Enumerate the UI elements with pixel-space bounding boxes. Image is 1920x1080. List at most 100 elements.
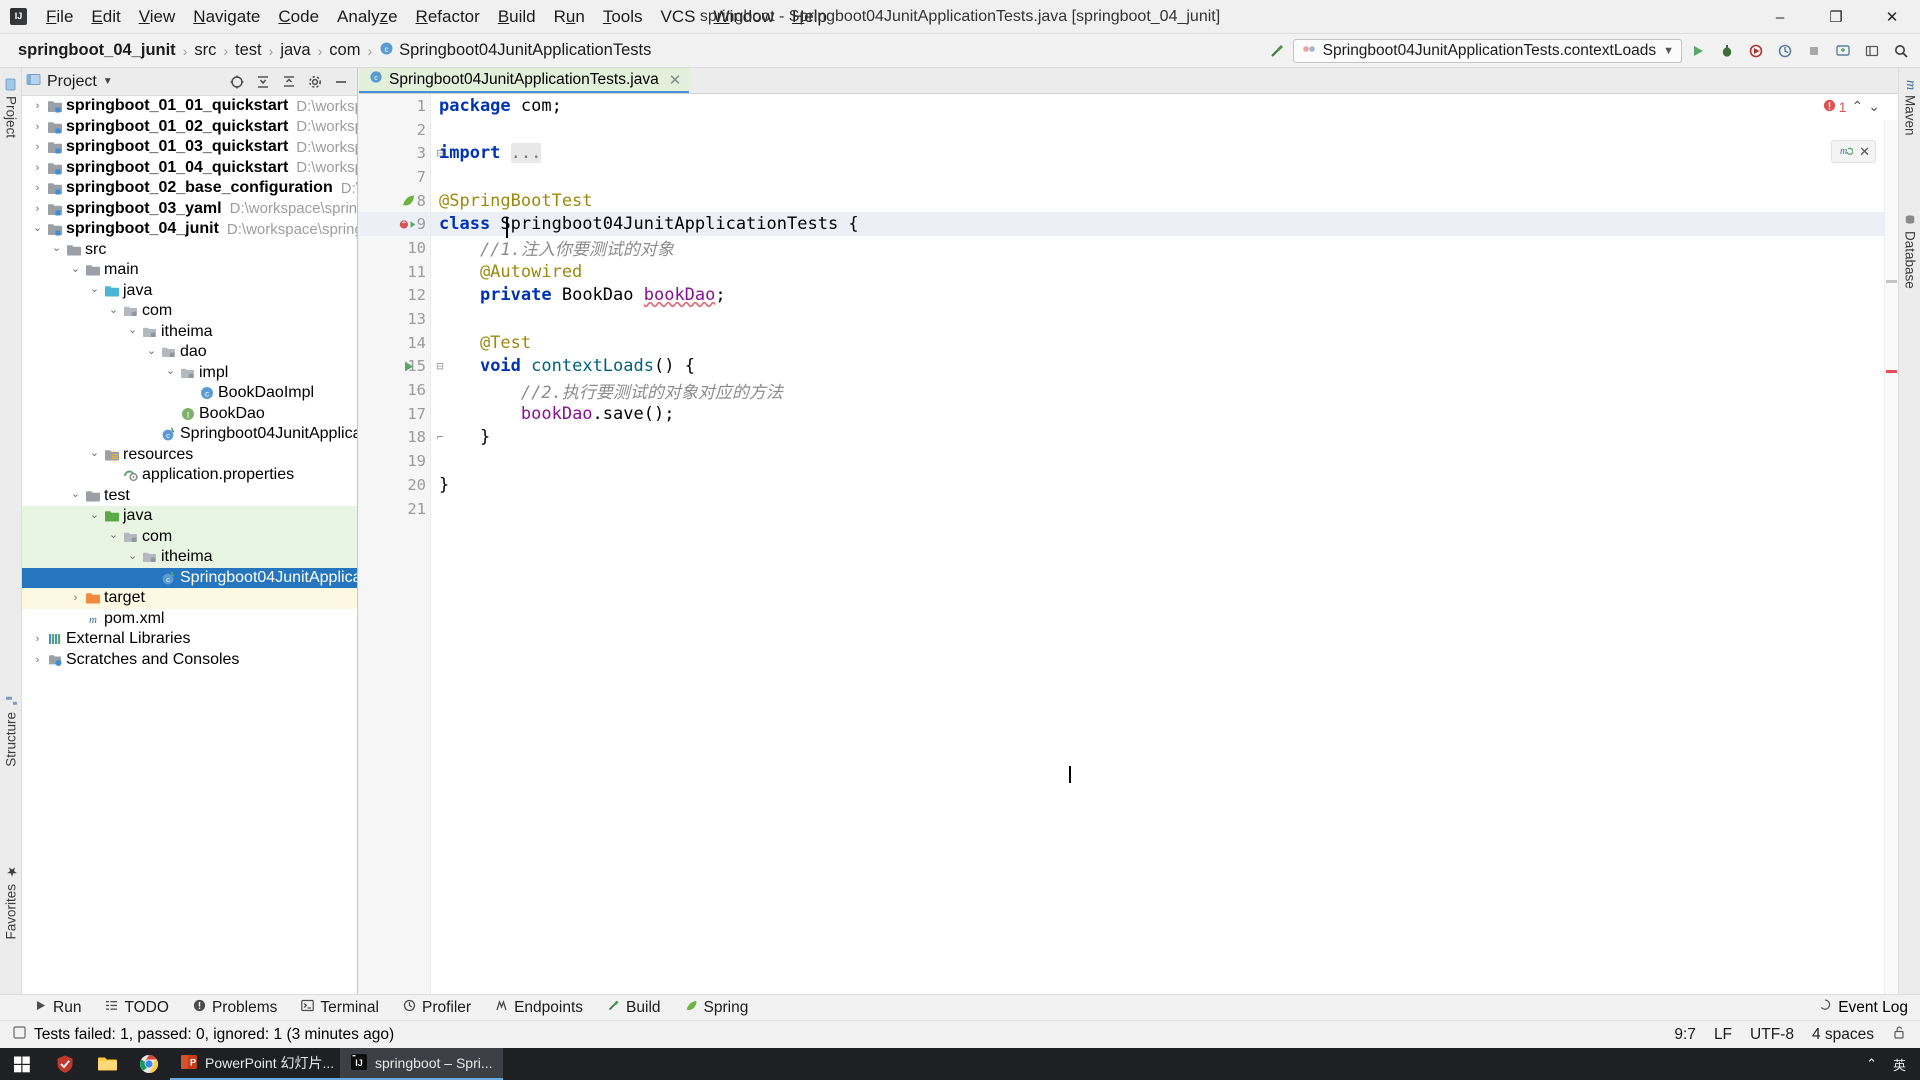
gutter-line-12[interactable]: 12: [359, 284, 430, 308]
run-test-icon[interactable]: [399, 359, 417, 374]
code-line-10[interactable]: //1.注入你要测试的对象: [431, 236, 1898, 260]
menu-run[interactable]: Run: [545, 3, 594, 31]
menu-refactor[interactable]: Refactor: [407, 3, 489, 31]
gutter-line-2[interactable]: 2: [359, 118, 430, 142]
code-line-16[interactable]: //2.执行要测试的对象对应的方法: [431, 378, 1898, 403]
gutter-line-13[interactable]: 13: [359, 307, 430, 331]
tree-node-springboot-03-yaml[interactable]: › springboot_03_yaml D:\workspace\springbo…: [22, 199, 357, 220]
chevron-down-icon[interactable]: ⌄: [106, 527, 121, 542]
chevron-right-icon[interactable]: ›: [68, 591, 83, 606]
code-line-21[interactable]: [431, 497, 1898, 521]
chevron-right-icon[interactable]: ›: [30, 632, 45, 647]
taskbar-task-powerpoint[interactable]: P PowerPoint 幻灯片...: [170, 1048, 340, 1080]
tool-window-run[interactable]: Run: [22, 995, 93, 1021]
tool-button-database[interactable]: Database: [1899, 208, 1920, 295]
code-line-18[interactable]: }: [431, 426, 1898, 450]
tray-chevron-up-icon[interactable]: ⌃: [1866, 1056, 1877, 1072]
hammer-icon[interactable]: [1264, 38, 1290, 64]
menu-window[interactable]: Window: [705, 3, 783, 31]
code-line-2[interactable]: [431, 118, 1898, 142]
chevron-right-icon[interactable]: ›: [30, 140, 45, 155]
run-button[interactable]: [1685, 38, 1711, 64]
spring-bean-run-icon[interactable]: [399, 217, 417, 232]
expand-all-icon[interactable]: [251, 70, 275, 94]
code-line-13[interactable]: [431, 307, 1898, 331]
chevron-down-icon[interactable]: ⌄: [68, 486, 83, 501]
code-line-14[interactable]: @Test: [431, 331, 1898, 355]
tree-node-pom-xml[interactable]: m pom.xml: [22, 609, 357, 630]
breadcrumb-item-src[interactable]: src: [190, 39, 220, 62]
tool-window-build[interactable]: Build: [595, 995, 672, 1021]
maven-reload-notification[interactable]: m ✕: [1831, 140, 1876, 163]
ime-indicator[interactable]: 英: [1893, 1055, 1906, 1074]
menu-file[interactable]: File: [37, 3, 82, 31]
tool-button-maven[interactable]: m Maven: [1899, 74, 1920, 142]
tree-node-com[interactable]: ⌄ com: [22, 526, 357, 547]
chevron-down-icon[interactable]: ⌄: [87, 281, 102, 296]
chevron-right-icon[interactable]: ›: [30, 201, 45, 216]
editor-gutter[interactable]: 1 2 3 ⊟ 7 8 9 10 11 12 13 14 15 ⊟ 16 17 18 ⌐ 19 20 21: [359, 94, 444, 1020]
chevron-down-icon[interactable]: ⌄: [49, 240, 64, 255]
gutter-line-18[interactable]: 18 ⌐: [359, 426, 443, 450]
inspection-widget[interactable]: 1 ⌃ ⌄: [1823, 98, 1880, 115]
code-line-9[interactable]: class Springboot04JunitApplicationTests …: [431, 212, 1898, 237]
chevron-down-icon[interactable]: ⌄: [68, 261, 83, 276]
minimize-button[interactable]: –: [1752, 0, 1808, 34]
profiler-button[interactable]: [1772, 38, 1798, 64]
tool-window-spring[interactable]: Spring: [673, 995, 761, 1021]
tree-node-dao[interactable]: ⌄ dao: [22, 342, 357, 363]
tree-node-test[interactable]: ⌄ test: [22, 486, 357, 507]
breadcrumb-item-springboot-04-junit[interactable]: springboot_04_junit: [14, 39, 180, 62]
debug-button[interactable]: [1714, 38, 1740, 64]
select-opened-file-icon[interactable]: [225, 70, 249, 94]
tree-node-java[interactable]: ⌄ java: [22, 281, 357, 302]
encoding-widget[interactable]: UTF-8: [1750, 1026, 1794, 1044]
code-line-8[interactable]: @SpringBootTest: [431, 189, 1898, 213]
tool-window-endpoints[interactable]: Endpoints: [483, 995, 595, 1021]
chevron-down-icon[interactable]: ⌄: [106, 302, 121, 317]
tree-node-bookdaoimpl[interactable]: c BookDaoImpl: [22, 383, 357, 404]
tree-node-target[interactable]: › target: [22, 588, 357, 609]
menu-code[interactable]: Code: [269, 3, 328, 31]
tool-window-problems[interactable]: Problems: [181, 995, 289, 1021]
chevron-down-icon[interactable]: ⌄: [87, 507, 102, 522]
code-editor[interactable]: 1 2 3 ⊟ 7 8 9 10 11 12 13 14 15 ⊟ 16 17 18 ⌐ 19 20 21 packag…: [359, 94, 1898, 1020]
project-tree[interactable]: › springboot_01_01_quickstart D:\workspace…: [22, 96, 357, 1020]
menu-vcs[interactable]: VCS: [652, 3, 705, 31]
tree-node-resources[interactable]: ⌄ resources: [22, 445, 357, 466]
gutter-line-9[interactable]: 9: [359, 212, 430, 237]
menu-build[interactable]: Build: [489, 3, 545, 31]
menu-analyze[interactable]: Analyze: [328, 3, 407, 31]
breadcrumb-item-test[interactable]: test: [231, 39, 266, 62]
tree-node-springboot-01-04-quickstart[interactable]: › springboot_01_04_quickstart D:\workspace…: [22, 158, 357, 179]
chevron-right-icon[interactable]: ›: [30, 99, 45, 114]
tree-node-itheima[interactable]: ⌄ itheima: [22, 547, 357, 568]
status-message-area[interactable]: Tests failed: 1, passed: 0, ignored: 1 (…: [0, 1025, 394, 1045]
code-text[interactable]: package com; import ... @SpringBootTest cla…: [431, 94, 1898, 1020]
tool-button-structure[interactable]: Structure: [0, 688, 22, 773]
taskbar-task-intellij[interactable]: IJ springboot – Spri...: [340, 1048, 503, 1080]
chrome-icon[interactable]: [128, 1048, 170, 1080]
tree-node-itheima[interactable]: ⌄ itheima: [22, 322, 357, 343]
tree-node-external-libraries[interactable]: › External Libraries: [22, 629, 357, 650]
menu-edit[interactable]: Edit: [82, 3, 129, 31]
error-stripe-markers[interactable]: [1884, 120, 1898, 1020]
restore-layout-button[interactable]: [1859, 38, 1885, 64]
tree-node-springboot-01-02-quickstart[interactable]: › springboot_01_02_quickstart D:\workspace…: [22, 117, 357, 138]
chevron-down-icon[interactable]: ⌄: [125, 322, 140, 337]
menu-tools[interactable]: Tools: [594, 3, 652, 31]
gutter-line-16[interactable]: 16: [359, 378, 430, 402]
breadcrumb-item-springboot04junitapplicationtests[interactable]: c Springboot04JunitApplicationTests: [375, 39, 655, 63]
tree-node-springboot-02-base-configuration[interactable]: › springboot_02_base_configuration D:\work…: [22, 178, 357, 199]
chevron-down-icon[interactable]: ⌄: [125, 548, 140, 563]
chevron-down-icon[interactable]: ▼: [103, 76, 113, 87]
chevron-down-icon[interactable]: ⌄: [30, 220, 45, 235]
menu-navigate[interactable]: Navigate: [184, 3, 269, 31]
chevron-down-icon[interactable]: ⌄: [87, 445, 102, 460]
menu-view[interactable]: View: [130, 3, 185, 31]
chevron-up-icon[interactable]: ⌃: [1852, 98, 1864, 115]
code-line-1[interactable]: package com;: [431, 94, 1898, 118]
code-line-3[interactable]: import ...: [431, 141, 1898, 165]
editor-tab-active[interactable]: c Springboot04JunitApplicationTests.java…: [359, 68, 690, 93]
gutter-line-20[interactable]: 20: [359, 473, 430, 497]
